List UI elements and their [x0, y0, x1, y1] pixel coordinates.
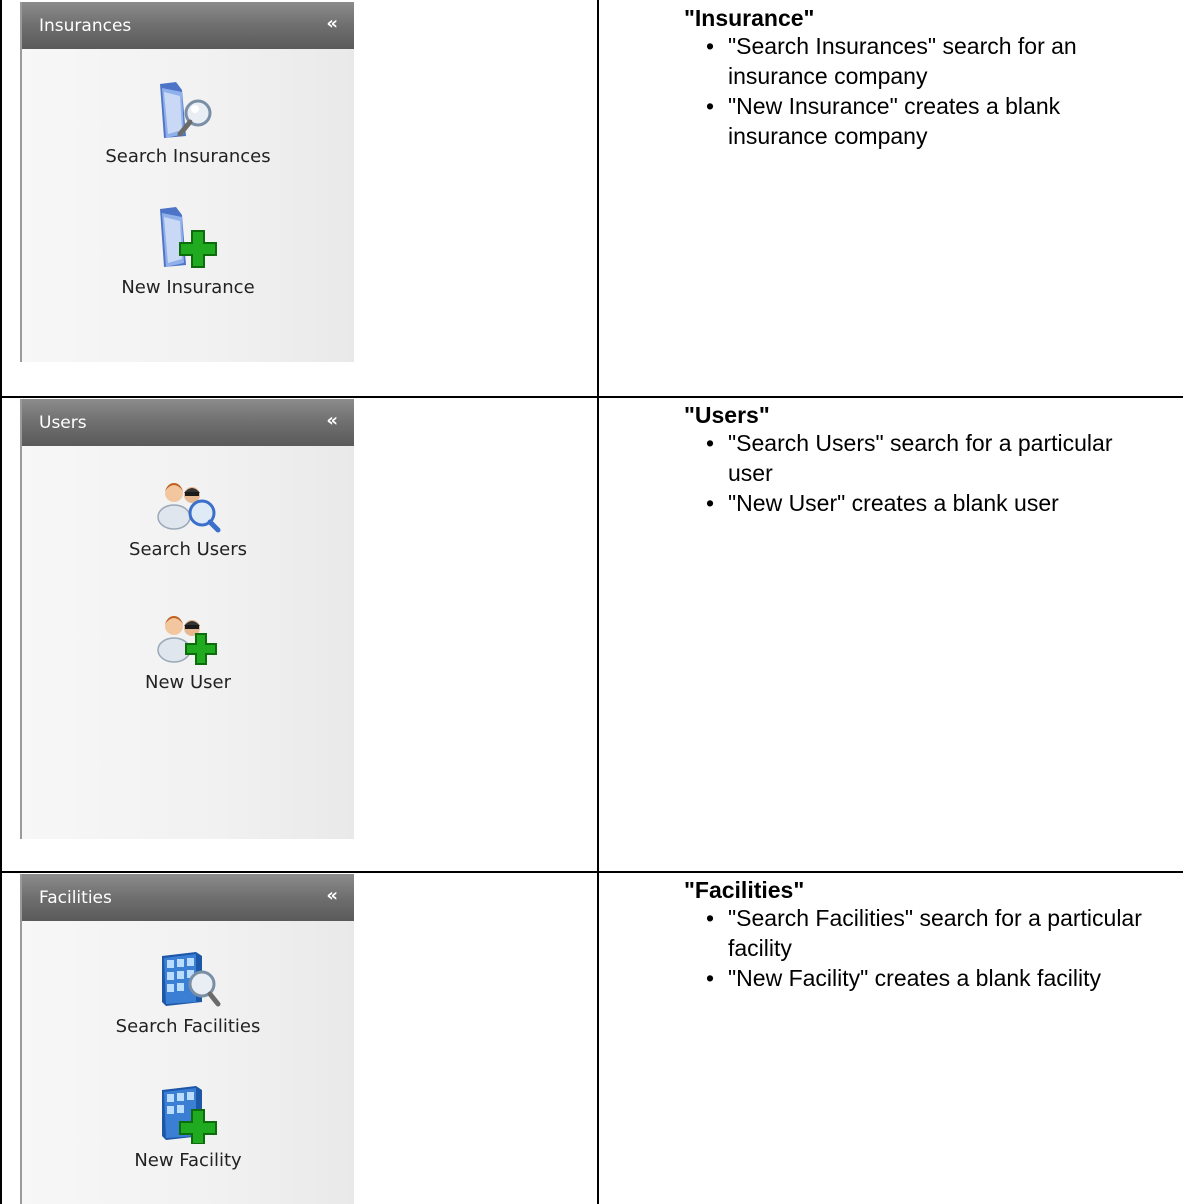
bullet: • [706, 965, 715, 991]
action-label: New Insurance [121, 277, 255, 298]
description-list: • "Search Facilities" search for a partic… [684, 903, 1158, 993]
new-user-button[interactable]: New User [22, 604, 354, 693]
list-item-text: "New Facility" creates a blank facility [728, 965, 1101, 991]
collapse-button[interactable]: « [326, 885, 338, 906]
list-item: • "New User" creates a blank user [684, 488, 1158, 518]
search-insurances-button[interactable]: Search Insurances [22, 80, 354, 167]
facilities-description: "Facilities" • "Search Facilities" search… [684, 877, 1158, 993]
list-item-text: "Search Facilities" search for a particu… [728, 905, 1142, 961]
list-item-text: "New Insurance" creates a blank insuranc… [728, 93, 1061, 149]
collapse-button[interactable]: « [326, 410, 338, 431]
panel-title: Insurances [39, 16, 132, 36]
new-insurance-button[interactable]: New Insurance [22, 205, 354, 298]
action-label: New Facility [134, 1150, 242, 1171]
search-facilities-button[interactable]: Search Facilities [22, 948, 354, 1037]
bullet: • [706, 905, 715, 931]
list-item: • "Search Facilities" search for a partic… [684, 903, 1158, 963]
description-list: • "Search Insurances" search for an insur… [684, 31, 1158, 151]
bullet: • [706, 490, 715, 516]
panel-header: Facilities « [22, 874, 354, 921]
list-item-text: "New User" creates a blank user [728, 490, 1059, 516]
insurances-task-panel: Insurances « Search Insurances New Insur… [20, 2, 354, 362]
collapse-button[interactable]: « [326, 13, 338, 34]
users-task-panel: Users « Search Users New User [20, 399, 354, 839]
panel-title: Users [39, 413, 87, 433]
building-add-icon [162, 1086, 217, 1144]
search-users-button[interactable]: Search Users [22, 471, 354, 560]
section-heading: "Facilities" [684, 877, 805, 903]
list-item: • "New Facility" creates a blank facility [684, 963, 1158, 993]
insurance-description: "Insurance" • "Search Insurances" search … [684, 5, 1158, 151]
panel-title: Facilities [39, 888, 112, 908]
panel-header: Users « [22, 399, 354, 446]
bullet: • [706, 33, 715, 59]
section-heading: "Users" [684, 402, 770, 428]
action-label: New User [144, 672, 231, 693]
table-border-left [0, 0, 2, 1204]
table-row-divider [0, 396, 1183, 398]
folder-add-icon [160, 207, 217, 268]
list-item: • "New Insurance" creates a blank insuran… [684, 91, 1158, 151]
folder-search-icon [160, 82, 212, 138]
list-item: • "Search Insurances" search for an insur… [684, 31, 1158, 91]
list-item-text: "Search Insurances" search for an insura… [728, 33, 1077, 89]
users-search-icon [157, 483, 221, 533]
facilities-task-panel: Facilities « Search Facilities New Facil… [20, 874, 354, 1204]
table-row-divider [0, 871, 1183, 873]
building-search-icon [162, 952, 221, 1007]
list-item-text: "Search Users" search for a particular u… [728, 430, 1113, 486]
section-heading: "Insurance" [684, 5, 815, 31]
new-facility-button[interactable]: New Facility [22, 1082, 354, 1171]
bullet: • [706, 430, 715, 456]
list-item: • "Search Users" search for a particular … [684, 428, 1158, 488]
action-label: Search Users [129, 539, 247, 560]
users-description: "Users" • "Search Users" search for a par… [684, 402, 1158, 518]
action-label: Search Facilities [115, 1016, 261, 1037]
panel-header: Insurances « [22, 2, 354, 49]
action-label: Search Insurances [105, 146, 271, 167]
table-column-divider [597, 0, 599, 1204]
users-add-icon [157, 616, 217, 665]
description-list: • "Search Users" search for a particular … [684, 428, 1158, 518]
bullet: • [706, 93, 715, 119]
